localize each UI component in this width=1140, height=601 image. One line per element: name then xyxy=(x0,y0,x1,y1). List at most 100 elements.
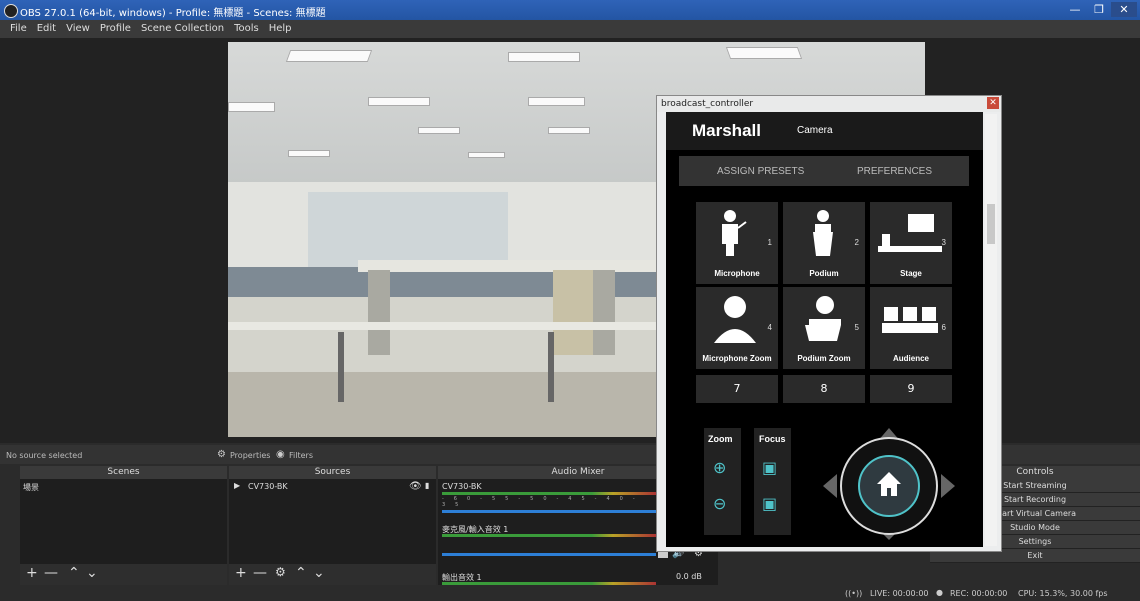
cpu-status: CPU: 15.3%, 30.00 fps xyxy=(1018,589,1108,598)
sources-panel: Sources ▶ CV730-BK 👁 ▮ + — ⚙ ⌃ ⌄ xyxy=(229,466,436,585)
ceiling-light xyxy=(368,97,430,106)
volume-meter xyxy=(442,492,656,495)
zoom-control: Zoom ⊕ ⊖ xyxy=(704,428,741,535)
podium-zoom-icon xyxy=(805,296,841,341)
preset-number: 6 xyxy=(941,323,946,332)
preset-podium[interactable]: 2 Podium xyxy=(783,202,865,284)
controller-title-bar: broadcast_controller ✕ xyxy=(657,96,1001,112)
gear-icon: ⚙ xyxy=(217,449,226,460)
menu-bar: File Edit View Profile Scene Collection Tools… xyxy=(0,20,1140,38)
sources-header: Sources xyxy=(229,466,436,479)
mixer-channel-name: CV730-BK xyxy=(442,482,482,491)
source-item[interactable]: CV730-BK xyxy=(248,482,288,491)
lock-icon[interactable]: ▮ xyxy=(425,481,429,490)
tab-preferences[interactable]: PREFERENCES xyxy=(857,166,932,177)
window-title: OBS 27.0.1 (64-bit, windows) - Profile: … xyxy=(20,8,326,19)
focus-far-icon[interactable]: ▣ xyxy=(762,494,777,513)
broadcast-controller-window: broadcast_controller ✕ Marshall Camera A… xyxy=(656,95,1002,552)
ceiling-light xyxy=(418,127,460,134)
scene-item[interactable]: 場景 xyxy=(23,482,39,493)
mixer-db-value: 0.0 dB xyxy=(676,572,702,581)
pan-right-arrow[interactable] xyxy=(941,474,955,498)
menu-tools[interactable]: Tools xyxy=(234,23,259,34)
pan-left-arrow[interactable] xyxy=(823,474,837,498)
preset-label: Stage xyxy=(900,269,922,278)
audience-icon xyxy=(882,307,938,333)
ceiling-light xyxy=(468,152,505,158)
filters-button[interactable]: Filters xyxy=(289,451,313,460)
volume-slider[interactable] xyxy=(442,510,656,513)
tab-assign-presets[interactable]: ASSIGN PRESETS xyxy=(717,166,804,177)
menu-edit[interactable]: Edit xyxy=(37,23,56,34)
scenes-panel: Scenes 場景 + — ⌃ ⌄ xyxy=(20,466,227,585)
preset-microphone[interactable]: 1 Microphone xyxy=(696,202,778,284)
source-settings-icon[interactable]: ⚙ xyxy=(275,565,286,579)
live-status-icon: ((•)) xyxy=(845,589,863,598)
status-bar: ((•)) LIVE: 00:00:00 ● REC: 00:00:00 CPU… xyxy=(0,586,1140,601)
controller-scrollbar[interactable] xyxy=(985,114,997,546)
add-scene-icon[interactable]: + xyxy=(26,565,38,581)
close-icon[interactable]: ✕ xyxy=(1111,2,1137,17)
eye-icon[interactable]: 👁 xyxy=(409,481,422,492)
preset-label: Microphone xyxy=(714,269,760,278)
menu-file[interactable]: File xyxy=(10,23,27,34)
properties-button[interactable]: Properties xyxy=(230,451,270,460)
move-up-icon[interactable]: ⌃ xyxy=(68,565,80,581)
zoom-out-icon[interactable]: ⊖ xyxy=(713,494,726,513)
preset-label: Podium xyxy=(809,269,839,278)
preset-microphone-zoom[interactable]: 4 Microphone Zoom xyxy=(696,287,778,369)
controller-header: Marshall Camera xyxy=(666,112,983,150)
scenes-header: Scenes xyxy=(20,466,227,479)
filter-icon: ◉ xyxy=(276,449,285,460)
preset-stage[interactable]: 3 Stage xyxy=(870,202,952,284)
preset-podium-zoom[interactable]: 5 Podium Zoom xyxy=(783,287,865,369)
preset-number: 2 xyxy=(854,238,859,247)
minimize-icon[interactable]: — xyxy=(1063,2,1087,17)
presenter-zoom-icon xyxy=(714,296,756,343)
live-timer: LIVE: 00:00:00 xyxy=(870,589,929,598)
ptz-joystick[interactable] xyxy=(821,422,957,542)
ceiling-light xyxy=(548,127,590,134)
no-source-label: No source selected xyxy=(6,451,83,460)
add-source-icon[interactable]: + xyxy=(235,565,247,581)
cabinet xyxy=(553,270,598,355)
remove-source-icon[interactable]: — xyxy=(253,565,267,581)
remove-scene-icon[interactable]: — xyxy=(44,565,58,581)
controller-close-icon[interactable]: ✕ xyxy=(987,97,999,109)
volume-meter xyxy=(442,534,656,537)
brand-logo: Marshall xyxy=(692,121,761,140)
rec-timer: REC: 00:00:00 xyxy=(950,589,1008,598)
ceiling-light xyxy=(228,102,275,112)
ceiling-light xyxy=(288,150,330,157)
focus-label: Focus xyxy=(759,434,786,444)
preset-8-button[interactable]: 8 xyxy=(783,375,865,403)
preset-label: Podium Zoom xyxy=(797,354,851,363)
obs-logo-icon xyxy=(4,4,18,18)
restore-icon[interactable]: ❐ xyxy=(1087,2,1111,17)
controller-tabs: ASSIGN PRESETS PREFERENCES xyxy=(679,156,969,186)
preset-number: 5 xyxy=(854,323,859,332)
zoom-in-icon[interactable]: ⊕ xyxy=(713,458,726,477)
scrollbar-thumb[interactable] xyxy=(987,204,995,244)
move-up-icon[interactable]: ⌃ xyxy=(295,565,307,581)
controller-window-title: broadcast_controller xyxy=(661,99,754,109)
preset-audience[interactable]: 6 Audience xyxy=(870,287,952,369)
move-down-icon[interactable]: ⌄ xyxy=(86,565,98,581)
menu-view[interactable]: View xyxy=(66,23,90,34)
menu-help[interactable]: Help xyxy=(269,23,292,34)
desk-leg xyxy=(548,332,554,402)
preset-7-button[interactable]: 7 xyxy=(696,375,778,403)
move-down-icon[interactable]: ⌄ xyxy=(313,565,325,581)
preset-number: 3 xyxy=(941,238,946,247)
podium-icon xyxy=(813,210,833,256)
preset-9-button[interactable]: 9 xyxy=(870,375,952,403)
cabinet xyxy=(593,270,615,355)
focus-near-icon[interactable]: ▣ xyxy=(762,458,777,477)
volume-meter xyxy=(442,582,656,585)
menu-scene-collection[interactable]: Scene Collection xyxy=(141,23,224,34)
menu-profile[interactable]: Profile xyxy=(100,23,131,34)
preset-label: Microphone Zoom xyxy=(702,354,772,363)
ceiling-light xyxy=(508,52,580,62)
rec-dot-icon: ● xyxy=(936,588,943,597)
volume-slider[interactable] xyxy=(442,553,656,556)
